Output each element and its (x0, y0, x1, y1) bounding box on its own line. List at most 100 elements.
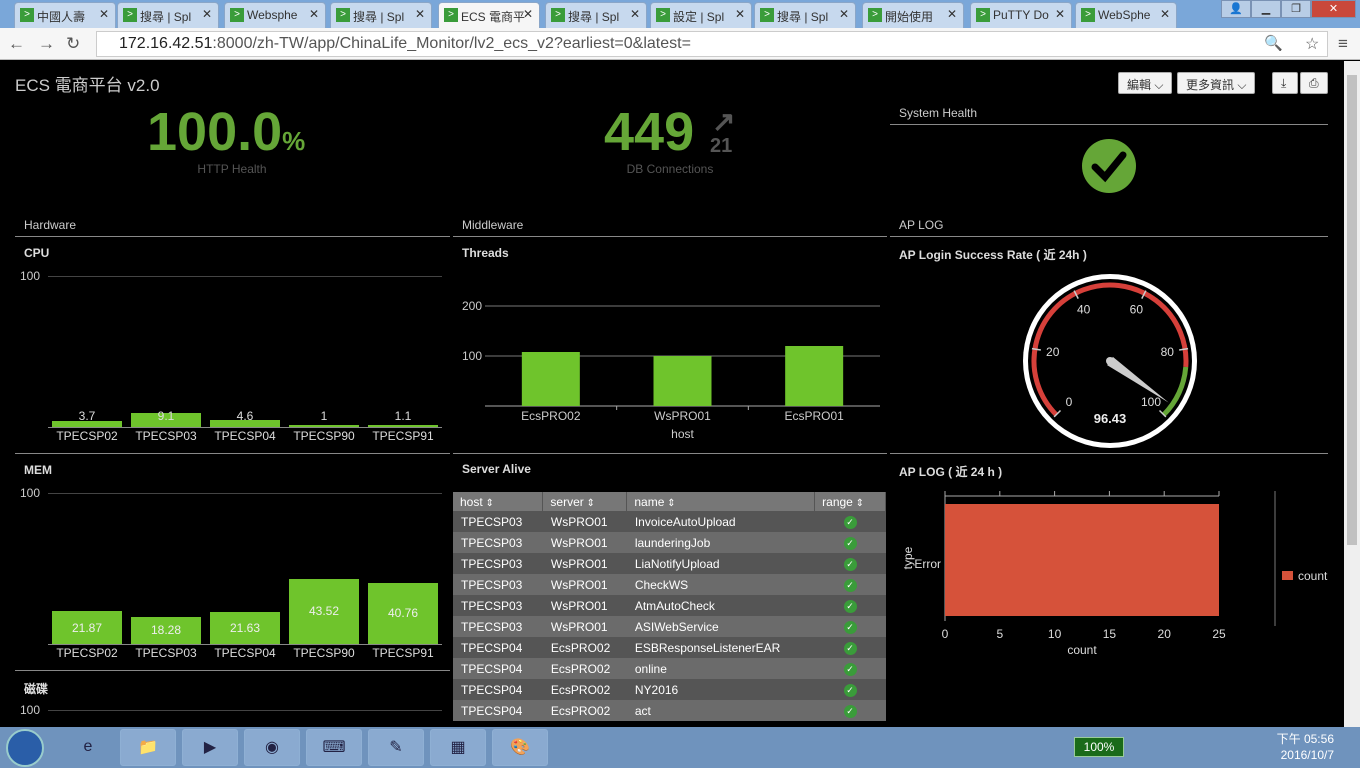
table-row[interactable]: TPECSP03 WsPRO01 InvoiceAutoUpload ✓ (453, 511, 886, 532)
table-row[interactable]: TPECSP03 WsPRO01 CheckWS ✓ (453, 574, 886, 595)
paint-icon[interactable]: 🎨 (492, 729, 548, 766)
reload-icon[interactable]: ↻ (66, 34, 80, 54)
status-ok-icon: ✓ (843, 642, 857, 655)
range-cell: ✓ (814, 700, 886, 721)
aplog-x-label: count (1067, 643, 1097, 657)
table-row[interactable]: TPECSP03 WsPRO01 ASIWebService ✓ (453, 616, 886, 637)
scrollbar[interactable] (1344, 61, 1360, 727)
column-header-label: host (460, 494, 483, 509)
chrome-icon[interactable]: ◉ (244, 729, 300, 766)
browser-tab[interactable]: > 搜尋 | Spl ✕ (754, 2, 856, 28)
cpu-category-label: TPECSP04 (214, 429, 276, 443)
aplog-section-header: AP LOG (890, 218, 1328, 237)
export-icon[interactable]: ⤓ (1272, 72, 1298, 94)
restore-button[interactable]: ❐ (1281, 0, 1311, 18)
tab-close-icon[interactable]: ✕ (1160, 7, 1170, 21)
column-header-server[interactable]: server ⇕ (542, 492, 628, 511)
aplog-tick-label: 20 (1158, 627, 1172, 641)
table-row[interactable]: TPECSP04 EcsPRO02 ESBResponseListenerEAR ✓ (453, 637, 886, 658)
aplog-y-label: type (901, 546, 915, 569)
system-health-header: System Health (890, 106, 1328, 125)
mem-category-label: TPECSP04 (214, 646, 276, 660)
url-input[interactable]: 172.16.42.51:8000/zh-TW/app/ChinaLife_Mo… (96, 31, 1328, 57)
battery-indicator[interactable]: 100% (1074, 737, 1124, 757)
column-header-range[interactable]: range ⇕ (814, 492, 886, 511)
browser-tab[interactable]: > 中國人壽 ✕ (14, 2, 116, 28)
disk-divider (15, 670, 450, 675)
aplog-legend-swatch (1282, 571, 1293, 580)
tab-favicon-icon: > (20, 8, 34, 22)
system-clock[interactable]: 下午 05:56 2016/10/7 (1277, 731, 1334, 763)
more-info-button[interactable]: 更多資訊 ⌵ (1177, 72, 1256, 94)
tab-favicon-icon: > (230, 8, 244, 22)
start-button[interactable] (6, 729, 44, 767)
tab-label: WebSphe (1098, 8, 1151, 22)
threads-bar[interactable] (521, 352, 580, 406)
cpu-category-label: TPECSP91 (372, 429, 434, 443)
table-cell: EcsPRO02 (542, 637, 627, 658)
table-cell: WsPRO01 (542, 511, 627, 532)
aplog-tick-label: 5 (996, 627, 1003, 641)
browser-tab[interactable]: > 搜尋 | Spl ✕ (330, 2, 432, 28)
mem-value-label: 21.63 (229, 620, 261, 635)
table-row[interactable]: TPECSP03 WsPRO01 LiaNotifyUpload ✓ (453, 553, 886, 574)
menu-icon[interactable]: ≡ (1338, 34, 1348, 54)
column-header-label: server (550, 494, 584, 509)
minimize-button[interactable]: ▁ (1251, 0, 1281, 18)
column-header-host[interactable]: host ⇕ (453, 492, 544, 511)
table-row[interactable]: TPECSP03 WsPRO01 AtmAutoCheck ✓ (453, 595, 886, 616)
tab-close-icon[interactable]: ✕ (947, 7, 957, 21)
ie-icon[interactable]: e (60, 729, 116, 766)
browser-tab[interactable]: > ECS 電商平 ✕ (438, 2, 540, 28)
browser-tab[interactable]: > 搜尋 | Spl ✕ (545, 2, 647, 28)
cpu-category-label: TPECSP03 (135, 429, 197, 443)
aplog-bar[interactable] (945, 504, 1219, 616)
url-host: 172.16.42.51 (119, 35, 213, 52)
tab-close-icon[interactable]: ✕ (523, 7, 533, 21)
table-row[interactable]: TPECSP04 EcsPRO02 online ✓ (453, 658, 886, 679)
media-player-icon[interactable]: ▶ (182, 729, 238, 766)
column-header-name[interactable]: name ⇕ (626, 492, 816, 511)
tab-close-icon[interactable]: ✕ (839, 7, 849, 21)
user-icon[interactable]: 👤 (1221, 0, 1251, 18)
table-row[interactable]: TPECSP03 WsPRO01 launderingJob ✓ (453, 532, 886, 553)
browser-tab[interactable]: > PuTTY Do ✕ (970, 2, 1072, 28)
mem-category-label: TPECSP90 (293, 646, 355, 660)
threads-bar[interactable] (785, 346, 844, 406)
threads-title: Threads (462, 246, 509, 260)
control-panel-icon[interactable]: ▦ (430, 729, 486, 766)
back-icon[interactable]: ← (8, 34, 25, 54)
table-row[interactable]: TPECSP04 EcsPRO02 act ✓ (453, 700, 886, 721)
notepad-icon[interactable]: ✎ (368, 729, 424, 766)
tab-label: 中國人壽 (37, 10, 86, 24)
tab-close-icon[interactable]: ✕ (202, 7, 212, 21)
tab-close-icon[interactable]: ✕ (735, 7, 745, 21)
tab-close-icon[interactable]: ✕ (630, 7, 640, 21)
mem-x-axis (48, 644, 442, 645)
tab-close-icon[interactable]: ✕ (1055, 7, 1065, 21)
edit-button[interactable]: 編輯 ⌵ (1118, 72, 1173, 94)
putty-icon[interactable]: ⌨ (306, 729, 362, 766)
zoom-icon[interactable]: 🔍 (1264, 34, 1283, 52)
browser-tab[interactable]: > 開始使用 ✕ (862, 2, 964, 28)
browser-tab[interactable]: > 設定 | Spl ✕ (650, 2, 752, 28)
tab-close-icon[interactable]: ✕ (99, 7, 109, 21)
status-ok-icon: ✓ (843, 621, 857, 634)
table-row[interactable]: TPECSP04 EcsPRO02 NY2016 ✓ (453, 679, 886, 700)
aplog-tick-label: 15 (1103, 627, 1117, 641)
browser-tab[interactable]: > 搜尋 | Spl ✕ (117, 2, 219, 28)
print-icon[interactable]: ⎙ (1300, 72, 1328, 94)
forward-icon[interactable]: → (38, 34, 55, 54)
cpu-value-label: 3.7 (78, 409, 96, 423)
bookmark-star-icon[interactable]: ☆ (1305, 34, 1319, 54)
status-ok-icon: ✓ (843, 516, 857, 529)
tab-close-icon[interactable]: ✕ (309, 7, 319, 21)
browser-tab[interactable]: > WebSphe ✕ (1075, 2, 1177, 28)
close-window-button[interactable]: ✕ (1311, 0, 1356, 18)
threads-bar[interactable] (653, 356, 712, 406)
browser-tab[interactable]: > Websphe ✕ (224, 2, 326, 28)
tab-label: 搜尋 | Spl (140, 10, 192, 24)
tab-close-icon[interactable]: ✕ (415, 7, 425, 21)
table-cell: ESBResponseListenerEAR (626, 637, 815, 658)
explorer-icon[interactable]: 📁 (120, 729, 176, 766)
